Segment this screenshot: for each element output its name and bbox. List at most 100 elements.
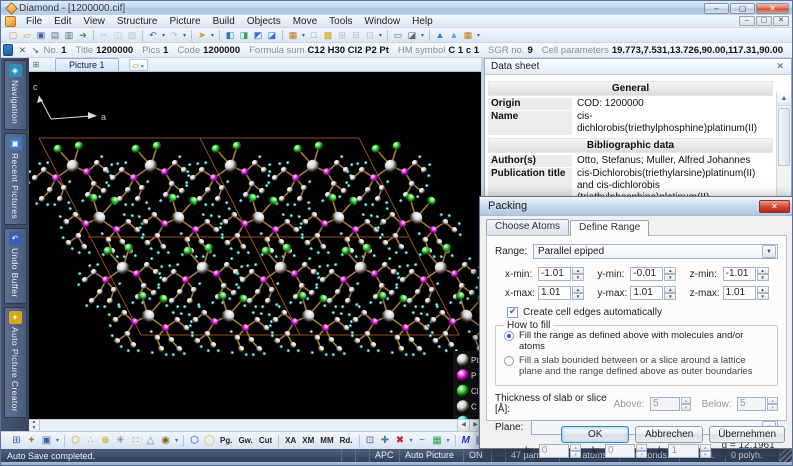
atom-H[interactable] [274, 255, 278, 259]
atom-P[interactable] [133, 270, 141, 278]
atom-C[interactable] [273, 337, 281, 345]
atom-H[interactable] [309, 247, 313, 251]
atom-C[interactable] [333, 159, 341, 167]
atom-H[interactable] [176, 263, 180, 267]
atom-H[interactable] [380, 233, 384, 237]
atom-H[interactable] [331, 311, 335, 315]
atom-C[interactable] [334, 288, 342, 296]
atom-P[interactable] [83, 168, 91, 176]
grow-button[interactable]: Gw. [235, 436, 255, 445]
menu-picture[interactable]: Picture [163, 16, 206, 27]
atom-C[interactable] [328, 268, 336, 276]
chevron-down-icon[interactable]: ▼ [762, 245, 776, 258]
atom-C[interactable] [428, 286, 436, 294]
atom-H[interactable] [237, 286, 241, 290]
atom-H[interactable] [226, 180, 230, 184]
atom-P[interactable] [370, 174, 378, 182]
atom-C[interactable] [286, 186, 294, 194]
atom-Cl[interactable] [405, 193, 415, 203]
atom-H[interactable] [350, 331, 354, 335]
atom-H[interactable] [425, 184, 429, 188]
atom-H[interactable] [229, 330, 233, 334]
atom-Cl[interactable] [371, 144, 381, 154]
atom-H[interactable] [168, 264, 172, 268]
atom-H[interactable] [68, 180, 72, 184]
bond-tool-icon[interactable]: ✳ [113, 433, 128, 448]
picture-wizard-icon[interactable]: ✦ [24, 433, 39, 448]
h-spinner[interactable]: ▲ ▼ [570, 444, 581, 458]
mdi-close-button[interactable]: ✕ [773, 16, 789, 26]
save-icon[interactable]: ▣ [34, 29, 48, 42]
atom-C[interactable] [364, 186, 372, 194]
atom-C[interactable] [408, 268, 416, 276]
atom-H[interactable] [180, 253, 184, 257]
atom-C[interactable] [176, 288, 184, 296]
atom-H[interactable] [185, 181, 189, 185]
atom-H[interactable] [388, 257, 392, 261]
atom-H[interactable] [334, 263, 338, 267]
atom-P[interactable] [340, 276, 348, 284]
atom-H[interactable] [198, 282, 202, 286]
atom-H[interactable] [251, 311, 255, 315]
atom-C[interactable] [247, 336, 255, 344]
atom-C[interactable] [363, 218, 371, 226]
atom-C[interactable] [408, 180, 416, 188]
redo-caret[interactable]: ▾ [181, 32, 188, 39]
atom-C[interactable] [260, 166, 268, 174]
atom-C[interactable] [180, 166, 188, 174]
atom-H[interactable] [338, 195, 342, 199]
atom-C[interactable] [378, 184, 386, 192]
atom-C[interactable] [90, 268, 98, 276]
atom-C[interactable] [183, 236, 191, 244]
atom-H[interactable] [267, 181, 271, 185]
fill-slab-radio-row[interactable]: Fill a slab bounded between or a slice a… [502, 355, 771, 377]
atom-C[interactable] [239, 276, 247, 284]
atom-C[interactable] [80, 243, 88, 251]
atom-Cl[interactable] [124, 243, 134, 253]
atom-H[interactable] [334, 305, 338, 309]
cell-edges-icon[interactable]: ⊡ [363, 433, 378, 448]
atom-H[interactable] [149, 247, 153, 251]
view-structure-icon[interactable]: ◧ [223, 29, 237, 42]
rd-button[interactable]: Rd. [337, 436, 356, 445]
atom-H[interactable] [107, 184, 111, 188]
atom-H[interactable] [308, 180, 312, 184]
atom-C[interactable] [141, 218, 149, 226]
atom-H[interactable] [96, 263, 100, 267]
atom-C[interactable] [138, 184, 146, 192]
atom-H[interactable] [116, 162, 120, 166]
atom-C[interactable] [150, 211, 158, 219]
atom-H[interactable] [279, 345, 283, 349]
menu-window[interactable]: Window [359, 16, 407, 27]
atom-P[interactable] [210, 318, 218, 326]
atom-Pt[interactable] [171, 211, 185, 225]
add-picture-icon[interactable]: ⊞ [9, 433, 24, 448]
atom-C[interactable] [301, 261, 309, 269]
atom-H[interactable] [217, 215, 221, 219]
atom-H[interactable] [422, 352, 426, 356]
atom-C[interactable] [62, 218, 70, 226]
atom-H[interactable] [204, 161, 208, 165]
atom-P[interactable] [102, 276, 110, 284]
atom-H[interactable] [339, 312, 343, 316]
atom-H[interactable] [131, 203, 135, 207]
atom-H[interactable] [286, 203, 290, 207]
atom-H[interactable] [183, 305, 187, 309]
atom-H[interactable] [268, 324, 272, 328]
atom-Pt[interactable] [221, 309, 235, 323]
atom-C[interactable] [271, 174, 279, 182]
atom-C[interactable] [310, 268, 318, 276]
atom-C[interactable] [391, 232, 399, 240]
atom-Cl[interactable] [232, 141, 242, 151]
atom-H[interactable] [331, 353, 335, 357]
atom-H[interactable] [278, 162, 282, 166]
atom-H[interactable] [254, 305, 258, 309]
atom-H[interactable] [356, 282, 360, 286]
atom-P[interactable] [451, 270, 459, 278]
atom-C[interactable] [157, 345, 165, 353]
atom-C[interactable] [435, 238, 443, 246]
atom-H[interactable] [186, 170, 190, 174]
atom-C[interactable] [168, 180, 176, 188]
atom-H[interactable] [107, 313, 111, 317]
atom-C[interactable] [134, 195, 142, 203]
